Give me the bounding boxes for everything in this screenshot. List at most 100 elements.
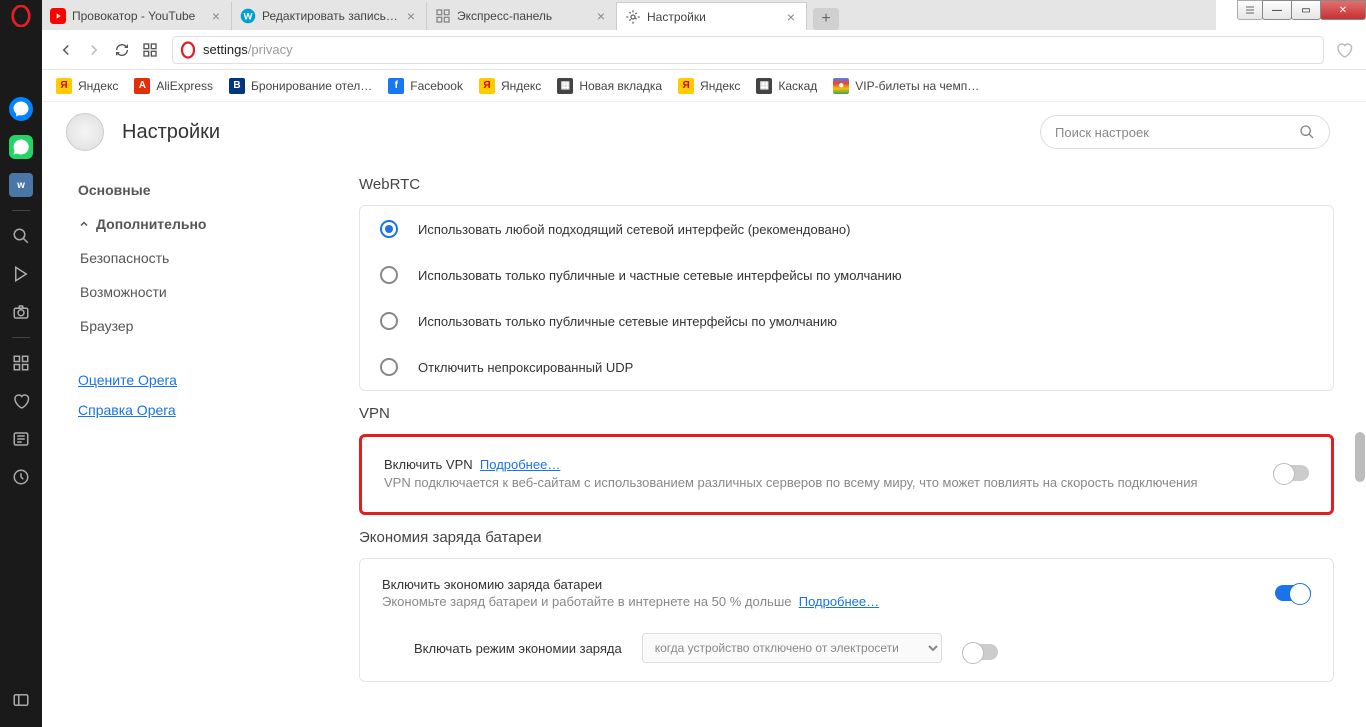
speed-dial-small-icon — [435, 8, 451, 24]
radio-label: Использовать только публичные сетевые ин… — [418, 314, 837, 329]
bookmark-item[interactable]: ●VIP-билеты на чемп… — [833, 78, 979, 94]
bookmark-label: Яндекс — [78, 79, 118, 93]
radio-icon[interactable] — [380, 220, 398, 238]
vpn-description: VPN подключается к веб-сайтам с использо… — [384, 474, 1253, 492]
vk-icon[interactable]: w — [0, 166, 42, 204]
sidebar-collapse-icon[interactable] — [0, 681, 42, 719]
start-page-button[interactable] — [136, 36, 164, 64]
opera-small-icon — [179, 41, 197, 59]
bookmark-label: Яндекс — [501, 79, 541, 93]
radio-icon[interactable] — [380, 266, 398, 284]
webrtc-option-3[interactable]: Использовать только публичные сетевые ин… — [360, 298, 1333, 344]
bookmark-label: Каскад — [778, 79, 817, 93]
scrollbar-thumb[interactable] — [1355, 432, 1365, 482]
battery-card: Включить экономию заряда батареи Экономь… — [359, 558, 1334, 682]
history-icon[interactable] — [0, 458, 42, 496]
battery-mode-toggle[interactable] — [962, 644, 998, 660]
radio-label: Использовать только публичные и частные … — [418, 268, 902, 283]
nav-browser[interactable]: Браузер — [80, 318, 315, 334]
news-icon[interactable] — [0, 420, 42, 458]
tab-title: Провокатор - YouTube — [72, 9, 205, 23]
svg-text:W: W — [244, 11, 253, 21]
youtube-icon — [50, 8, 66, 24]
address-bar-row: settings/privacy — [42, 30, 1366, 70]
forward-button[interactable] — [80, 36, 108, 64]
search-icon — [1299, 124, 1315, 140]
opera-menu-button[interactable] — [1237, 0, 1263, 20]
bookmark-item[interactable]: ЯЯндекс — [56, 78, 118, 94]
settings-main: WebRTC Использовать любой подходящий сет… — [345, 162, 1354, 727]
bookmark-item[interactable]: AAliExpress — [134, 78, 213, 94]
page-title: Настройки — [122, 121, 220, 144]
radio-label: Использовать любой подходящий сетевой ин… — [418, 222, 850, 237]
nav-advanced[interactable]: Дополнительно — [78, 216, 315, 232]
battery-more-link[interactable]: Подробнее… — [799, 594, 879, 609]
opera-logo-icon[interactable] — [0, 0, 42, 32]
speed-dial-icon[interactable] — [0, 344, 42, 382]
battery-mode-select[interactable]: когда устройство отключено от электросет… — [642, 633, 942, 663]
camera-icon[interactable] — [0, 293, 42, 331]
settings-search-input[interactable] — [1055, 125, 1299, 140]
settings-search[interactable] — [1040, 115, 1330, 149]
webrtc-option-4[interactable]: Отключить непроксированный UDP — [360, 344, 1333, 390]
settings-content: Основные Дополнительно Безопасность Возм… — [42, 162, 1354, 727]
tab-speeddial[interactable]: Экспресс-панель × — [427, 2, 617, 30]
bookmark-label: Бронирование отел… — [251, 79, 372, 93]
bookmark-label: Новая вкладка — [579, 79, 662, 93]
bookmark-item[interactable]: ЯЯндекс — [479, 78, 541, 94]
bookmark-heart-icon[interactable] — [1332, 38, 1356, 62]
radio-icon[interactable] — [380, 358, 398, 376]
reload-button[interactable] — [108, 36, 136, 64]
nav-security[interactable]: Безопасность — [80, 250, 315, 266]
rate-opera-link[interactable]: Оцените Opera — [78, 372, 315, 388]
bookmark-item[interactable]: ЯЯндекс — [678, 78, 740, 94]
webrtc-option-2[interactable]: Использовать только публичные и частные … — [360, 252, 1333, 298]
back-button[interactable] — [52, 36, 80, 64]
heart-icon[interactable] — [0, 382, 42, 420]
settings-header: Настройки — [42, 102, 1354, 162]
bookmark-label: VIP-билеты на чемп… — [855, 79, 979, 93]
messenger-icon[interactable] — [0, 90, 42, 128]
address-input[interactable]: settings/privacy — [172, 36, 1324, 64]
tab-title: Настройки — [647, 10, 780, 24]
close-icon[interactable]: × — [594, 9, 608, 23]
bookmarks-bar: ЯЯндекс AAliExpress BБронирование отел… … — [42, 70, 1366, 102]
vpn-more-link[interactable]: Подробнее… — [480, 457, 560, 472]
tab-settings[interactable]: Настройки × — [617, 2, 807, 30]
close-icon[interactable]: × — [784, 10, 798, 24]
vpn-toggle[interactable] — [1273, 465, 1309, 481]
battery-toggle[interactable] — [1275, 585, 1311, 601]
help-opera-link[interactable]: Справка Opera — [78, 402, 315, 418]
opera-ring-icon — [66, 113, 104, 151]
nav-basic[interactable]: Основные — [78, 182, 315, 198]
maximize-button[interactable]: ▭ — [1291, 0, 1321, 20]
tab-bar: Провокатор - YouTube × W Редактировать з… — [42, 0, 1216, 30]
search-icon[interactable] — [0, 217, 42, 255]
new-tab-button[interactable]: + — [813, 8, 839, 30]
radio-icon[interactable] — [380, 312, 398, 330]
tab-wordpress[interactable]: W Редактировать запись ‹ Г… × — [232, 2, 427, 30]
address-text: settings/privacy — [203, 42, 293, 57]
minimize-button[interactable]: — — [1262, 0, 1292, 20]
play-icon[interactable] — [0, 255, 42, 293]
nav-features[interactable]: Возможности — [80, 284, 315, 300]
settings-left-nav: Основные Дополнительно Безопасность Возм… — [42, 162, 345, 727]
whatsapp-icon[interactable] — [0, 128, 42, 166]
close-icon[interactable]: × — [209, 9, 223, 23]
tab-youtube[interactable]: Провокатор - YouTube × — [42, 2, 232, 30]
bookmark-item[interactable]: BБронирование отел… — [229, 78, 372, 94]
webrtc-card: Использовать любой подходящий сетевой ин… — [359, 205, 1334, 391]
battery-title: Экономия заряда батареи — [359, 529, 1334, 546]
webrtc-title: WebRTC — [359, 176, 1334, 193]
close-window-button[interactable]: ✕ — [1320, 0, 1366, 20]
wordpress-icon: W — [240, 8, 256, 24]
battery-enable-label: Включить экономию заряда батареи — [382, 577, 1255, 592]
webrtc-option-1[interactable]: Использовать любой подходящий сетевой ин… — [360, 206, 1333, 252]
bookmark-item[interactable]: fFacebook — [388, 78, 463, 94]
bookmark-item[interactable]: ▦Каскад — [756, 78, 817, 94]
battery-mode-label: Включать режим экономии заряда — [414, 641, 622, 656]
bookmark-label: Яндекс — [700, 79, 740, 93]
close-icon[interactable]: × — [404, 9, 418, 23]
bookmark-item[interactable]: ▦Новая вкладка — [557, 78, 662, 94]
app-sidebar: w — [0, 0, 42, 727]
